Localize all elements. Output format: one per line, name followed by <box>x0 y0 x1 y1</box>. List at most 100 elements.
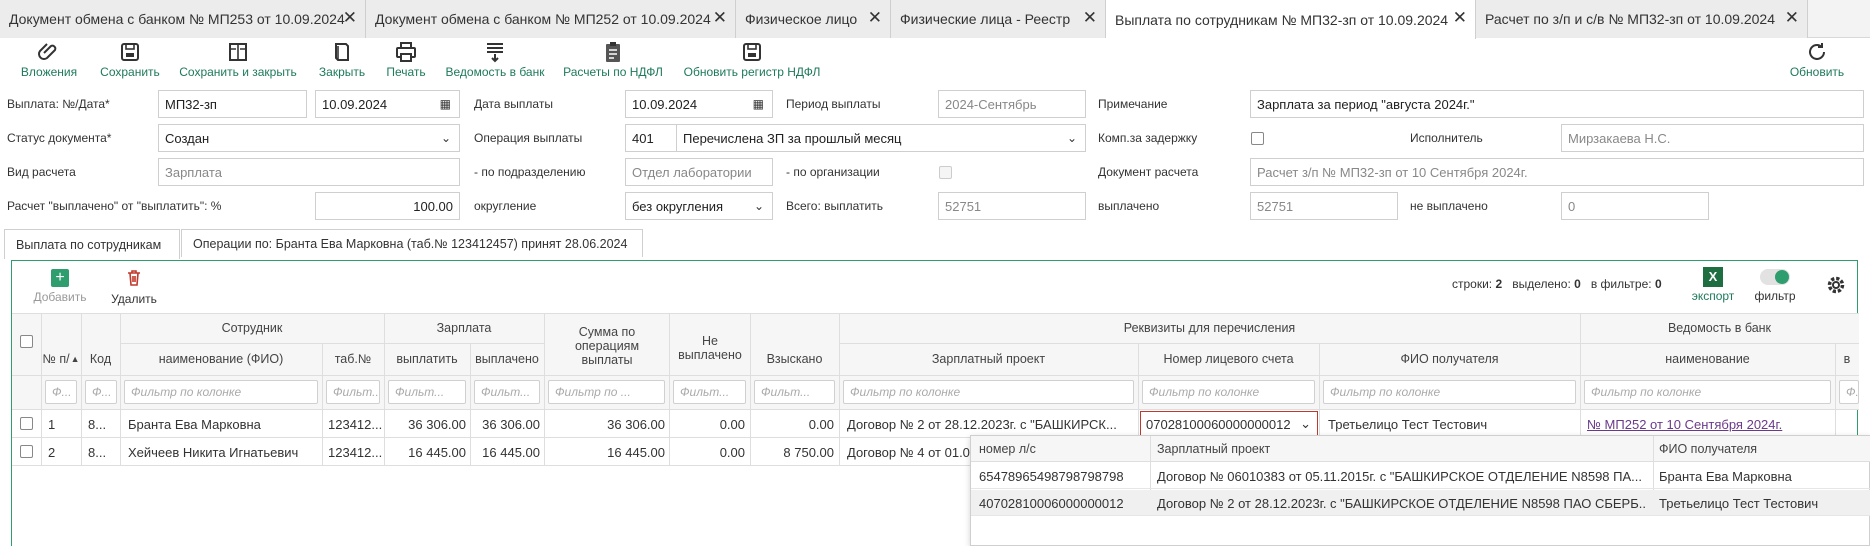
rounding-select[interactable]: без округления ⌄ <box>625 192 773 220</box>
filter-no[interactable]: Ф... <box>45 380 77 404</box>
cell-no: 2 <box>48 445 56 460</box>
delete-label: Удалить <box>111 292 157 306</box>
filter-recovered[interactable]: Фильт... <box>754 380 835 404</box>
payment-no-input[interactable]: МП32-зп <box>158 90 307 118</box>
tab-exchange-mp253[interactable]: Документ обмена с банком № МП253 от 10.0… <box>0 0 366 38</box>
bank-statement-button[interactable]: Ведомость в банк <box>442 40 548 82</box>
gear-icon[interactable] <box>1825 274 1847 296</box>
col-header-unpaid[interactable]: Не выплачено <box>677 321 743 375</box>
option-project: Договор № 06010383 от 05.11.2015г. с "БА… <box>1157 469 1642 484</box>
update-ndfl-button[interactable]: Обновить регистр НДФЛ <box>680 40 824 82</box>
filter-ops-sum[interactable]: Фильтр по ... <box>548 380 665 404</box>
update-ndfl-label: Обновить регистр НДФЛ <box>683 65 821 79</box>
account-select[interactable]: 07028100060000000012 ⌄ <box>1140 411 1318 438</box>
bank-statement-label: Ведомость в банк <box>445 65 545 79</box>
calendar-icon[interactable]: ▦ <box>753 97 764 111</box>
by-org-label: - по организации <box>786 165 880 179</box>
close-icon[interactable]: ✕ <box>343 9 357 27</box>
option-recipient: Бранта Ева Марковна <box>1659 469 1792 484</box>
export-button[interactable]: X экспорт <box>1688 267 1738 303</box>
close-icon[interactable]: ✕ <box>1785 9 1799 27</box>
col-header-code[interactable]: Код <box>81 343 120 375</box>
col-header-salary-project[interactable]: Зарплатный проект <box>839 343 1138 375</box>
save-button[interactable]: Сохранить <box>96 40 164 82</box>
by-org-checkbox[interactable] <box>939 166 952 179</box>
paid-pct-label: Расчет "выплачено" от "выплатить": % <box>7 199 222 213</box>
tab-individuals-registry[interactable]: Физические лица - Реестр ✕ <box>891 0 1106 38</box>
col-header-paid[interactable]: выплачено <box>470 343 544 375</box>
comp-delay-checkbox[interactable] <box>1251 132 1264 145</box>
filter-extra[interactable]: Ф... <box>1839 380 1859 404</box>
filter-to-pay[interactable]: Фильт... <box>388 380 466 404</box>
paid-pct-input[interactable]: 100.00 <box>315 192 460 220</box>
calc-type-input[interactable]: Зарплата <box>158 158 460 186</box>
col-header-extra[interactable]: в <box>1835 343 1859 375</box>
unpaid-input[interactable]: 0 <box>1561 192 1709 220</box>
col-header-recovered[interactable]: Взыскано <box>750 343 839 375</box>
payment-date-value: 10.09.2024 <box>322 96 388 112</box>
row-checkbox[interactable] <box>20 445 33 458</box>
col-header-ops-sum[interactable]: Сумма по операциям выплаты <box>552 317 662 375</box>
filter-toggle[interactable]: фильтр <box>1750 267 1800 303</box>
tab-exchange-mp252[interactable]: Документ обмена с банком № МП252 от 10.0… <box>366 0 736 38</box>
filter-bs-name[interactable]: Фильтр по колонке <box>1584 380 1831 404</box>
calc-doc-input[interactable]: Расчет з/п № МП32-зп от 10 Сентября 2024… <box>1250 158 1864 186</box>
total-input[interactable]: 52751 <box>938 192 1086 220</box>
filter-salary-project[interactable]: Фильтр по колонке <box>843 380 1134 404</box>
calendar-icon[interactable]: ▦ <box>440 97 451 111</box>
tab-calc-mp32[interactable]: Расчет по з/п и с/в № МП32-зп от 10.09.2… <box>1476 0 1808 38</box>
filter-paid[interactable]: Фильт... <box>474 380 540 404</box>
toggle-switch <box>1760 269 1790 285</box>
status-select[interactable]: Создан ⌄ <box>158 124 460 152</box>
subtab-payments-by-employee[interactable]: Выплата по сотрудникам <box>4 229 180 259</box>
pay-date-input[interactable]: 10.09.2024 ▦ <box>625 90 773 118</box>
col-header-no[interactable]: № п/▲ <box>41 343 81 375</box>
close-label: Закрыть <box>318 65 366 79</box>
unpaid-label: не выплачено <box>1410 199 1488 213</box>
ndfl-calc-button[interactable]: Расчеты по НДФЛ <box>561 40 665 82</box>
filter-code[interactable]: Ф... <box>85 380 117 404</box>
filter-recipient[interactable]: Фильтр по колонке <box>1323 380 1576 404</box>
close-icon[interactable]: ✕ <box>1453 9 1467 27</box>
close-button[interactable]: Закрыть <box>314 40 370 82</box>
col-header-account[interactable]: Номер лицевого счета <box>1138 343 1319 375</box>
filter-account[interactable]: Фильтр по колонке <box>1142 380 1315 404</box>
col-header-tab[interactable]: таб.№ <box>322 343 384 375</box>
close-icon[interactable]: ✕ <box>713 9 727 27</box>
refresh-button[interactable]: Обновить <box>1784 40 1850 82</box>
payment-date-input[interactable]: 10.09.2024 ▦ <box>315 90 460 118</box>
cell-ops-sum: 16 445.00 <box>607 445 665 460</box>
period-input[interactable]: 2024-Сентябрь <box>938 90 1086 118</box>
filter-unpaid[interactable]: Фильт... <box>673 380 746 404</box>
col-header-bs-name[interactable]: наименование <box>1580 343 1835 375</box>
filter-tab[interactable]: Фильт... <box>326 380 380 404</box>
delete-button[interactable]: Удалить <box>104 269 164 306</box>
chevron-down-icon: ⌄ <box>440 131 451 145</box>
close-icon[interactable]: ✕ <box>1083 9 1097 27</box>
save-close-button[interactable]: Сохранить и закрыть <box>175 40 301 82</box>
add-button[interactable]: + Добавить <box>28 269 92 304</box>
row-checkbox[interactable] <box>20 417 33 430</box>
refresh-icon <box>1809 43 1825 60</box>
dropdown-col-recipient: ФИО получателя <box>1659 442 1758 456</box>
operation-code-input[interactable]: 401 <box>625 124 677 152</box>
subtab-operations[interactable]: Операции по: Бранта Ева Марковна (таб.№ … <box>181 229 643 257</box>
tab-payment-mp32[interactable]: Выплата по сотрудникам № МП32-зп от 10.0… <box>1106 0 1476 39</box>
operation-select[interactable]: Перечислена ЗП за прошлый месяц ⌄ <box>676 124 1086 152</box>
filter-name[interactable]: Фильтр по колонке <box>124 380 318 404</box>
floppy-icon <box>743 43 761 61</box>
note-input[interactable]: Зарплата за период "августа 2024г." <box>1250 90 1864 118</box>
col-header-name[interactable]: наименование (ФИО) <box>120 343 322 375</box>
select-all-checkbox[interactable] <box>20 335 33 348</box>
paid-input[interactable]: 52751 <box>1250 192 1398 220</box>
attachments-button[interactable]: Вложения <box>14 40 84 82</box>
executor-input[interactable]: Мирзакаева Н.С. <box>1561 124 1864 152</box>
close-icon[interactable]: ✕ <box>868 9 882 27</box>
bank-statement-link[interactable]: № МП252 от 10 Сентября 2024г. <box>1587 417 1832 432</box>
refresh-label: Обновить <box>1789 65 1845 79</box>
print-button[interactable]: Печать <box>380 40 432 82</box>
by-department-input[interactable]: Отдел лаборатории <box>625 158 773 186</box>
col-header-to-pay[interactable]: выплатить <box>384 343 470 375</box>
col-header-recipient[interactable]: ФИО получателя <box>1319 343 1580 375</box>
tab-individual[interactable]: Физическое лицо ✕ <box>736 0 891 38</box>
